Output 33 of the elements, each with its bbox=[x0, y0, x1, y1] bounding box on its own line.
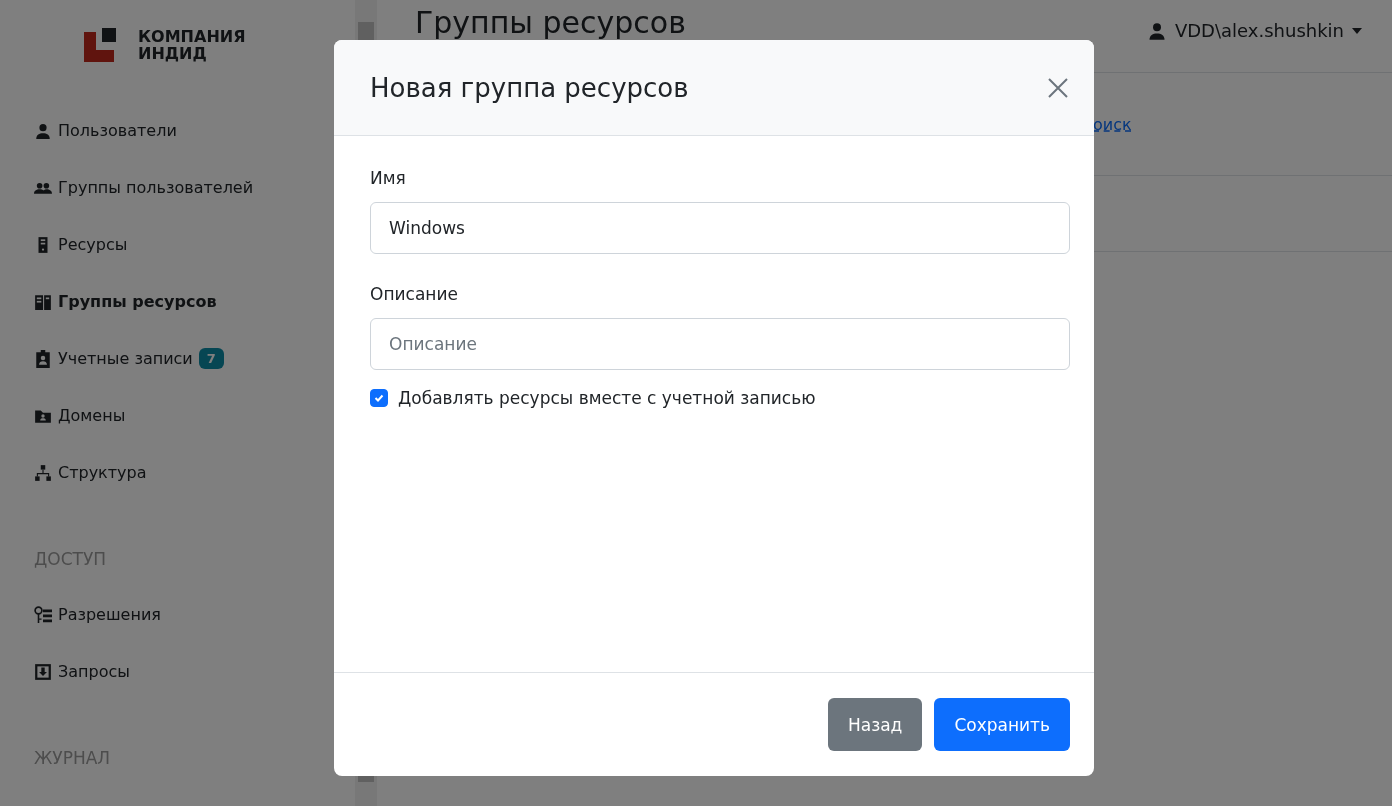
back-button[interactable]: Назад bbox=[827, 698, 923, 751]
caret-icon bbox=[1352, 27, 1362, 34]
page-title: Группы ресурсов bbox=[415, 6, 686, 40]
hierarchy-icon bbox=[34, 463, 52, 482]
logo-text: КОМПАНИЯ bbox=[138, 28, 246, 45]
user-icon bbox=[34, 121, 52, 140]
close-icon bbox=[1048, 77, 1068, 98]
servers-icon bbox=[34, 292, 52, 311]
input-field[interactable]: Описание bbox=[370, 318, 1070, 370]
sidebar-item[interactable]: Ресурсы bbox=[34, 216, 355, 273]
sidebar-item[interactable]: Учетные записи 7 bbox=[34, 330, 355, 387]
download-box-icon bbox=[34, 662, 52, 681]
sidebar-item[interactable]: Группы пользователей bbox=[34, 159, 355, 216]
checkbox[interactable] bbox=[370, 389, 388, 407]
checkbox-label: Добавлять ресурсы вместе с учетной записью bbox=[398, 388, 816, 408]
search-link[interactable]: оиск bbox=[1093, 114, 1132, 134]
sidebar-item[interactable]: Структура bbox=[34, 444, 355, 501]
id-badge-icon bbox=[34, 349, 52, 368]
checkmark-icon bbox=[373, 392, 385, 404]
logo-text: ИНДИД bbox=[138, 45, 208, 62]
sidebar-item[interactable]: Группы ресурсов bbox=[34, 273, 355, 330]
sidebar-item[interactable]: Запросы bbox=[34, 643, 355, 700]
user-menu[interactable]: VDD\alex.shushkin bbox=[1146, 20, 1362, 41]
field-label: Имя bbox=[370, 168, 407, 188]
count-badge: 7 bbox=[198, 348, 224, 369]
sidebar-item[interactable]: Разрешения bbox=[34, 586, 355, 643]
key-list-icon bbox=[34, 605, 52, 624]
save-button[interactable]: Сохранить bbox=[934, 698, 1070, 751]
sidebar-item[interactable]: Пользователи bbox=[34, 102, 355, 159]
field-label: Описание bbox=[370, 284, 459, 304]
modal-title: Новая группа ресурсов bbox=[370, 72, 689, 103]
sidebar-item[interactable]: Домены bbox=[34, 387, 355, 444]
input-field[interactable]: Windows bbox=[370, 202, 1070, 254]
